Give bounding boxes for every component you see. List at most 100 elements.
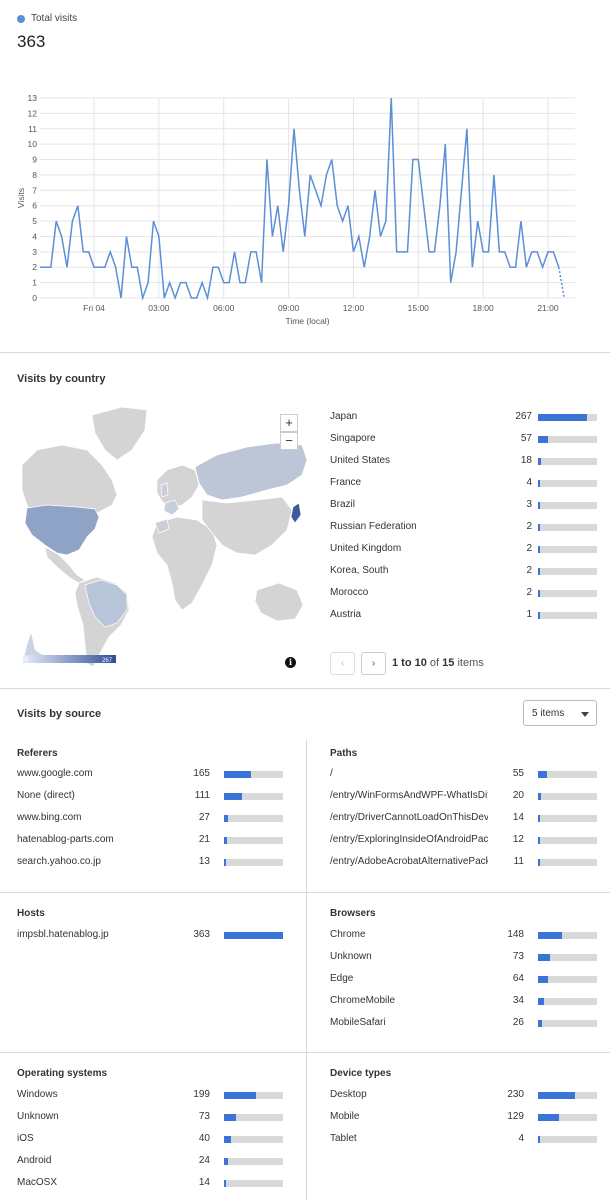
list-item-value: 1 — [526, 609, 532, 620]
chart-legend[interactable]: Total visits — [17, 13, 77, 24]
list-item-value: 55 — [512, 768, 524, 779]
list-item[interactable]: impsbl.hatenablog.jp 363 — [17, 925, 283, 947]
list-item-value: 18 — [520, 455, 532, 466]
list-item[interactable]: ChromeMobile 34 — [330, 991, 597, 1013]
y-axis-title: Visits — [16, 188, 26, 208]
list-item-bar — [224, 932, 283, 939]
hosts-list: impsbl.hatenablog.jp 363 — [17, 925, 283, 949]
list-item[interactable]: hatenablog-parts.com 21 — [17, 830, 283, 852]
list-item-bar-fill — [538, 771, 547, 778]
chevron-down-icon — [581, 712, 589, 717]
list-item[interactable]: Desktop 230 — [330, 1085, 597, 1107]
list-item[interactable]: /entry/ExploringInsideOfAndroidPack... 12 — [330, 830, 597, 852]
list-item[interactable]: Unknown 73 — [330, 947, 597, 969]
list-item-label: Korea, South — [330, 565, 389, 576]
list-item[interactable]: Chrome 148 — [330, 925, 597, 947]
list-item[interactable]: Korea, South 2 — [330, 561, 598, 583]
list-item-bar — [538, 1136, 597, 1143]
list-item[interactable]: France 4 — [330, 473, 598, 495]
x-tick-label: 12:00 — [343, 303, 365, 313]
list-item-bar-fill — [224, 815, 229, 822]
list-item[interactable]: /entry/WinFormsAndWPF-WhatIsDiff... 20 — [330, 786, 597, 808]
list-item-bar — [538, 1020, 597, 1027]
list-item[interactable]: search.yahoo.co.jp 13 — [17, 852, 283, 874]
world-map-svg: 0 267 — [17, 405, 307, 670]
list-item-bar-fill — [538, 1114, 559, 1121]
list-item[interactable]: None (direct) 111 — [17, 786, 283, 808]
list-item[interactable]: Brazil 3 — [330, 495, 598, 517]
info-icon[interactable]: i — [285, 657, 296, 668]
browsers-title: Browsers — [330, 908, 376, 919]
list-item[interactable]: Singapore 57 — [330, 429, 598, 451]
list-item-bar — [224, 837, 283, 844]
list-item-label: Chrome — [330, 929, 366, 940]
zoom-out-button[interactable]: − — [280, 432, 298, 450]
list-item[interactable]: MobileSafari 26 — [330, 1013, 597, 1035]
list-item[interactable]: www.google.com 165 — [17, 764, 283, 786]
list-item-label: Morocco — [330, 587, 369, 598]
list-item[interactable]: Unknown 73 — [17, 1107, 283, 1129]
list-item-bar-fill — [538, 954, 550, 961]
y-tick-label: 3 — [32, 247, 37, 257]
list-item-bar — [538, 458, 597, 465]
list-item[interactable]: United States 18 — [330, 451, 598, 473]
list-item-bar — [224, 793, 283, 800]
prev-page-button[interactable]: ‹ — [330, 652, 355, 675]
list-item-value: 4 — [526, 477, 532, 488]
list-item-value: 73 — [198, 1111, 210, 1122]
list-item-value: 2 — [526, 521, 532, 532]
chevron-right-icon: › — [371, 658, 376, 669]
list-item-bar — [538, 480, 597, 487]
list-item[interactable]: United Kingdom 2 — [330, 539, 598, 561]
list-item-bar-fill — [224, 1158, 228, 1165]
list-item-label: ChromeMobile — [330, 995, 396, 1006]
list-item-value: 11 — [513, 856, 524, 867]
list-item-label: None (direct) — [17, 790, 75, 801]
list-item[interactable]: /entry/DriverCannotLoadOnThisDevice 14 — [330, 808, 597, 830]
list-item[interactable]: Japan 267 — [330, 407, 598, 429]
list-item-value: 267 — [515, 411, 532, 422]
list-item-value: 165 — [193, 768, 210, 779]
list-item-bar-fill — [538, 815, 541, 822]
list-item[interactable]: Russian Federation 2 — [330, 517, 598, 539]
list-item[interactable]: / 55 — [330, 764, 597, 786]
list-item-value: 13 — [198, 856, 210, 867]
list-item-value: 3 — [526, 499, 532, 510]
list-item-value: 199 — [193, 1089, 210, 1100]
list-item-value: 24 — [198, 1155, 210, 1166]
source-section-title: Visits by source — [17, 708, 102, 720]
list-item-bar-fill — [224, 1136, 231, 1143]
list-item-bar — [538, 771, 597, 778]
y-tick-label: 4 — [32, 231, 37, 241]
items-count-select[interactable]: 5 items — [523, 700, 597, 726]
list-item-label: /entry/ExploringInsideOfAndroidPack... — [330, 834, 488, 845]
list-item-label: search.yahoo.co.jp — [17, 856, 101, 867]
list-item[interactable]: Windows 199 — [17, 1085, 283, 1107]
list-item[interactable]: /entry/AdobeAcrobatAlternativePack... 11 — [330, 852, 597, 874]
visits-line-chart: 012345678910111213Fri 04 03:00 06:00 09:00 1… — [16, 93, 575, 326]
list-item-bar-fill — [538, 436, 549, 443]
y-tick-label: 5 — [32, 216, 37, 226]
list-item[interactable]: www.bing.com 27 — [17, 808, 283, 830]
next-page-button[interactable]: › — [361, 652, 386, 675]
world-map[interactable]: 0 267 — [17, 405, 307, 670]
zoom-in-button[interactable]: + — [280, 414, 298, 432]
list-item[interactable]: Edge 64 — [330, 969, 597, 991]
list-item-value: 14 — [512, 812, 524, 823]
list-item[interactable]: Mobile 129 — [330, 1107, 597, 1129]
list-item[interactable]: iOS 40 — [17, 1129, 283, 1151]
list-item-bar-fill — [538, 1136, 540, 1143]
list-item[interactable]: Tablet 4 — [330, 1129, 597, 1151]
list-item[interactable]: Morocco 2 — [330, 583, 598, 605]
visits-chart-panel: Total visits 363 0 1 2 3 4 5 6 7 8 9 10 11 12 13 Fri 0… — [0, 0, 610, 353]
list-item[interactable]: Austria 1 — [330, 605, 598, 627]
list-item-bar-fill — [538, 793, 542, 800]
list-item-label: United States — [330, 455, 391, 466]
list-item[interactable]: MacOSX 14 — [17, 1173, 283, 1195]
list-item[interactable]: Android 24 — [17, 1151, 283, 1173]
map-united-kingdom[interactable] — [160, 482, 169, 498]
y-tick-label: 0 — [32, 293, 37, 303]
list-item-value: 4 — [518, 1133, 524, 1144]
select-value: 5 items — [532, 708, 565, 719]
list-item-value: 21 — [198, 834, 210, 845]
